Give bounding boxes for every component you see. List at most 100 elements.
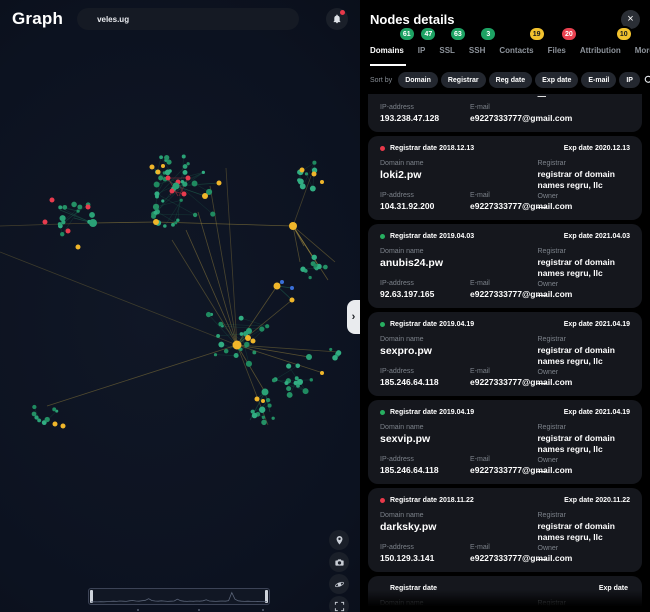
graph-node[interactable] bbox=[180, 199, 183, 202]
graph-node[interactable] bbox=[86, 205, 91, 210]
graph-node[interactable] bbox=[304, 269, 308, 273]
graph-node[interactable] bbox=[234, 353, 239, 358]
graph-node[interactable] bbox=[173, 183, 180, 190]
graph-node[interactable] bbox=[153, 219, 159, 225]
close-button[interactable]: × bbox=[621, 10, 640, 29]
graph-node[interactable] bbox=[261, 420, 266, 425]
graph-node[interactable] bbox=[166, 176, 171, 181]
sort-option-reg-date[interactable]: Reg date bbox=[489, 72, 533, 88]
graph-node[interactable] bbox=[300, 183, 306, 189]
graph-node[interactable] bbox=[161, 164, 165, 168]
graph-node[interactable] bbox=[303, 388, 309, 394]
graph-node[interactable] bbox=[45, 417, 50, 422]
screenshot-button[interactable] bbox=[329, 552, 349, 572]
sort-option-exp-date[interactable]: Exp date bbox=[535, 72, 578, 88]
graph-node[interactable] bbox=[251, 410, 255, 414]
graph-node[interactable] bbox=[320, 180, 324, 184]
graph-node[interactable] bbox=[259, 326, 264, 331]
graph-node[interactable] bbox=[32, 405, 36, 409]
graph-node[interactable] bbox=[182, 155, 186, 159]
graph-node[interactable] bbox=[61, 220, 65, 224]
tab-ssl[interactable]: 63 SSL bbox=[439, 28, 457, 66]
graph-node[interactable] bbox=[306, 354, 312, 360]
graph-node[interactable] bbox=[182, 192, 187, 197]
graph-node[interactable] bbox=[187, 162, 190, 165]
graph-node[interactable] bbox=[202, 171, 205, 174]
graph-node[interactable] bbox=[77, 205, 82, 210]
orbit-view-button[interactable] bbox=[329, 574, 349, 594]
graph-node[interactable] bbox=[312, 255, 317, 260]
graph-node[interactable] bbox=[52, 407, 56, 411]
graph-node[interactable] bbox=[224, 349, 229, 354]
graph-node[interactable] bbox=[161, 199, 164, 202]
graph-node[interactable] bbox=[268, 404, 272, 408]
tab-ip[interactable]: 47 IP bbox=[418, 28, 428, 66]
graph-node[interactable] bbox=[310, 186, 316, 192]
graph-node[interactable] bbox=[261, 399, 265, 403]
graph-node[interactable] bbox=[66, 229, 71, 234]
domain-card[interactable]: Registrar date2018.12.13 Exp date2020.12… bbox=[368, 136, 642, 220]
graph-node[interactable] bbox=[295, 363, 300, 368]
graph-node[interactable] bbox=[266, 398, 270, 402]
tab-domains[interactable]: 61 Domains bbox=[370, 28, 406, 66]
graph-node[interactable] bbox=[246, 361, 252, 367]
graph-node[interactable] bbox=[272, 417, 275, 420]
graph-node[interactable] bbox=[59, 215, 65, 221]
graph-node[interactable] bbox=[245, 345, 248, 348]
domain-card[interactable]: Registrar date2019.04.19 Exp date2021.04… bbox=[368, 400, 642, 484]
graph-node[interactable] bbox=[202, 193, 208, 199]
graph-node[interactable] bbox=[210, 211, 215, 216]
graph-node[interactable] bbox=[296, 384, 300, 388]
graph-node[interactable] bbox=[206, 312, 211, 317]
graph-node[interactable] bbox=[150, 165, 155, 170]
graph-node[interactable] bbox=[246, 328, 252, 334]
sort-option-e-mail[interactable]: E-mail bbox=[581, 72, 616, 88]
domain-card[interactable]: Registrar date2019.04.19 Exp date2021.04… bbox=[368, 312, 642, 396]
graph-node[interactable] bbox=[50, 198, 55, 203]
graph-node[interactable] bbox=[171, 223, 175, 227]
graph-node[interactable] bbox=[58, 222, 62, 226]
graph-node[interactable] bbox=[214, 353, 217, 356]
search-input[interactable] bbox=[95, 14, 281, 25]
graph-node[interactable] bbox=[286, 364, 291, 369]
graph-node[interactable] bbox=[76, 210, 79, 213]
graph-node[interactable] bbox=[255, 397, 260, 402]
graph-node[interactable] bbox=[158, 176, 163, 181]
graph-node[interactable] bbox=[251, 339, 256, 344]
graph-node[interactable] bbox=[166, 160, 171, 165]
fullscreen-button[interactable] bbox=[329, 596, 349, 612]
domain-card[interactable]: Registrar date Exp date Domain name IP-a… bbox=[368, 576, 642, 612]
graph-node[interactable] bbox=[274, 283, 281, 290]
graph-node[interactable] bbox=[239, 316, 244, 321]
tab-attribution[interactable]: 10 Attribution bbox=[580, 28, 623, 66]
domain-card[interactable]: Registrar date Exp date Domain name IP-a… bbox=[368, 94, 642, 132]
graph-node[interactable] bbox=[290, 298, 295, 303]
graph-node[interactable] bbox=[265, 324, 269, 328]
graph-node[interactable] bbox=[233, 341, 242, 350]
graph-node[interactable] bbox=[320, 371, 324, 375]
location-pin-button[interactable] bbox=[329, 530, 349, 550]
graph-node[interactable] bbox=[280, 280, 284, 284]
graph-node[interactable] bbox=[300, 168, 305, 173]
tab-files[interactable]: 20 Files bbox=[548, 28, 568, 66]
graph-node[interactable] bbox=[259, 407, 265, 413]
graph-node[interactable] bbox=[43, 220, 48, 225]
graph-node[interactable] bbox=[89, 219, 97, 227]
graph-node[interactable] bbox=[310, 378, 313, 381]
graph-node[interactable] bbox=[287, 392, 293, 398]
tab-more[interactable]: More bbox=[635, 28, 650, 66]
graph-node[interactable] bbox=[155, 195, 159, 199]
graph-node[interactable] bbox=[163, 224, 167, 228]
graph-node[interactable] bbox=[312, 161, 316, 165]
graph-node[interactable] bbox=[272, 378, 276, 382]
domain-card[interactable]: Registrar date2019.04.03 Exp date2021.04… bbox=[368, 224, 642, 308]
graph-node[interactable] bbox=[183, 164, 188, 169]
panel-collapse-handle[interactable]: › bbox=[347, 300, 360, 334]
graph-node[interactable] bbox=[295, 376, 299, 380]
panel-search-button[interactable] bbox=[643, 74, 650, 86]
graph-node[interactable] bbox=[62, 205, 67, 210]
graph-node[interactable] bbox=[323, 265, 328, 270]
graph-node[interactable] bbox=[313, 263, 317, 267]
sort-option-domain[interactable]: Domain bbox=[398, 72, 438, 88]
graph-node[interactable] bbox=[192, 181, 198, 187]
